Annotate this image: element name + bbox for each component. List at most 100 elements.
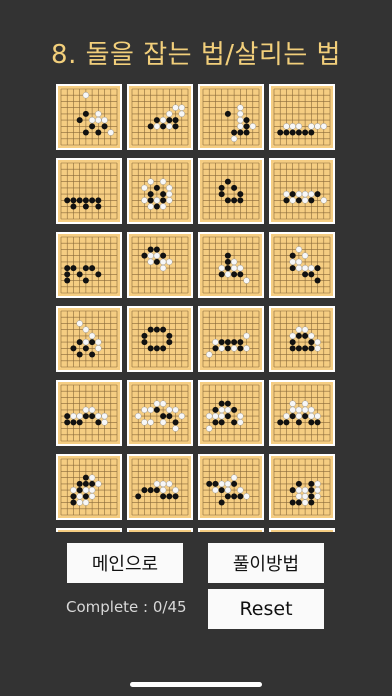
- white-stone: [141, 184, 148, 192]
- white-stone: [159, 480, 167, 488]
- go-board-thumbnail: [58, 308, 120, 370]
- puzzle-cell[interactable]: [198, 232, 264, 298]
- puzzle-cell[interactable]: [56, 454, 122, 520]
- white-stone: [172, 486, 179, 494]
- black-stone: [89, 480, 96, 487]
- white-stone: [295, 246, 303, 253]
- black-stone: [160, 123, 167, 130]
- black-stone: [237, 129, 244, 136]
- black-stone: [308, 129, 315, 136]
- puzzle-cell[interactable]: [269, 306, 335, 372]
- white-stone: [283, 412, 290, 420]
- black-stone: [237, 339, 244, 346]
- puzzle-cell[interactable]: [269, 454, 335, 520]
- white-stone: [237, 419, 244, 426]
- completion-status: Complete : 0/45: [66, 598, 187, 616]
- black-stone: [64, 413, 71, 420]
- white-stone: [95, 345, 102, 352]
- black-stone: [231, 184, 238, 191]
- white-stone: [230, 135, 238, 142]
- puzzle-cell[interactable]: [127, 84, 193, 150]
- puzzle-cell[interactable]: [56, 232, 122, 298]
- black-stone: [64, 277, 71, 284]
- white-stone: [153, 197, 161, 204]
- white-stone: [237, 264, 244, 272]
- black-stone: [218, 339, 225, 346]
- puzzle-cell[interactable]: [56, 528, 122, 532]
- black-stone: [231, 480, 238, 487]
- go-board-thumbnail: [271, 86, 333, 148]
- how-to-solve-button[interactable]: 풀이방법: [208, 543, 324, 583]
- black-stone: [231, 419, 238, 426]
- puzzle-cell[interactable]: [56, 380, 122, 446]
- white-stone: [301, 493, 309, 500]
- puzzle-cell[interactable]: [127, 454, 193, 520]
- white-stone: [230, 345, 238, 352]
- black-stone: [70, 499, 77, 506]
- puzzle-cell[interactable]: [198, 380, 264, 446]
- black-stone: [76, 351, 83, 358]
- white-stone: [159, 178, 167, 185]
- black-stone: [224, 197, 231, 204]
- black-stone: [218, 487, 225, 494]
- white-stone: [295, 406, 303, 414]
- white-stone: [82, 338, 90, 346]
- white-stone: [82, 92, 90, 99]
- white-stone: [101, 116, 108, 124]
- white-stone: [101, 419, 108, 426]
- white-stone: [218, 406, 225, 414]
- white-stone: [82, 406, 90, 414]
- white-stone: [295, 264, 303, 272]
- white-stone: [243, 332, 250, 340]
- puzzle-cell[interactable]: [198, 158, 264, 224]
- puzzle-cell[interactable]: [127, 306, 193, 372]
- puzzle-cell[interactable]: [198, 454, 264, 520]
- black-stone: [289, 499, 296, 506]
- white-stone: [147, 258, 154, 266]
- go-board-thumbnail: [200, 160, 262, 222]
- black-stone: [160, 326, 167, 333]
- puzzle-cell[interactable]: [127, 158, 193, 224]
- black-stone: [237, 197, 244, 204]
- black-stone: [243, 123, 250, 130]
- main-menu-button[interactable]: 메인으로: [67, 543, 183, 583]
- black-stone: [64, 265, 71, 272]
- black-stone: [308, 271, 315, 278]
- white-stone: [301, 400, 309, 407]
- puzzle-cell[interactable]: [198, 528, 264, 532]
- white-stone: [295, 493, 303, 500]
- white-stone: [95, 412, 102, 420]
- puzzle-cell[interactable]: [269, 380, 335, 446]
- reset-button[interactable]: Reset: [208, 589, 324, 629]
- black-stone: [70, 493, 77, 500]
- puzzle-cell[interactable]: [269, 528, 335, 532]
- white-stone: [147, 178, 154, 185]
- black-stone: [224, 252, 231, 259]
- puzzle-cell[interactable]: [56, 84, 122, 150]
- black-stone: [295, 480, 302, 487]
- black-stone: [218, 400, 225, 407]
- black-stone: [76, 117, 83, 124]
- puzzle-cell[interactable]: [198, 84, 264, 150]
- puzzle-cell[interactable]: [127, 232, 193, 298]
- puzzle-cell[interactable]: [56, 306, 122, 372]
- white-stone: [289, 400, 296, 407]
- black-stone: [237, 191, 244, 198]
- black-stone: [289, 191, 296, 198]
- puzzle-cell[interactable]: [127, 528, 193, 532]
- puzzle-cell[interactable]: [198, 306, 264, 372]
- white-stone: [314, 486, 321, 494]
- white-stone: [159, 264, 167, 272]
- puzzle-row: [56, 232, 336, 298]
- white-stone: [166, 406, 173, 414]
- puzzle-cell[interactable]: [269, 232, 335, 298]
- black-stone: [224, 265, 231, 272]
- black-stone: [82, 265, 89, 272]
- puzzle-cell[interactable]: [127, 380, 193, 446]
- puzzle-cell[interactable]: [269, 84, 335, 150]
- puzzle-cell[interactable]: [56, 158, 122, 224]
- black-stone: [147, 326, 154, 333]
- puzzle-cell[interactable]: [269, 158, 335, 224]
- go-board-thumbnail: [271, 160, 333, 222]
- black-stone: [295, 419, 302, 426]
